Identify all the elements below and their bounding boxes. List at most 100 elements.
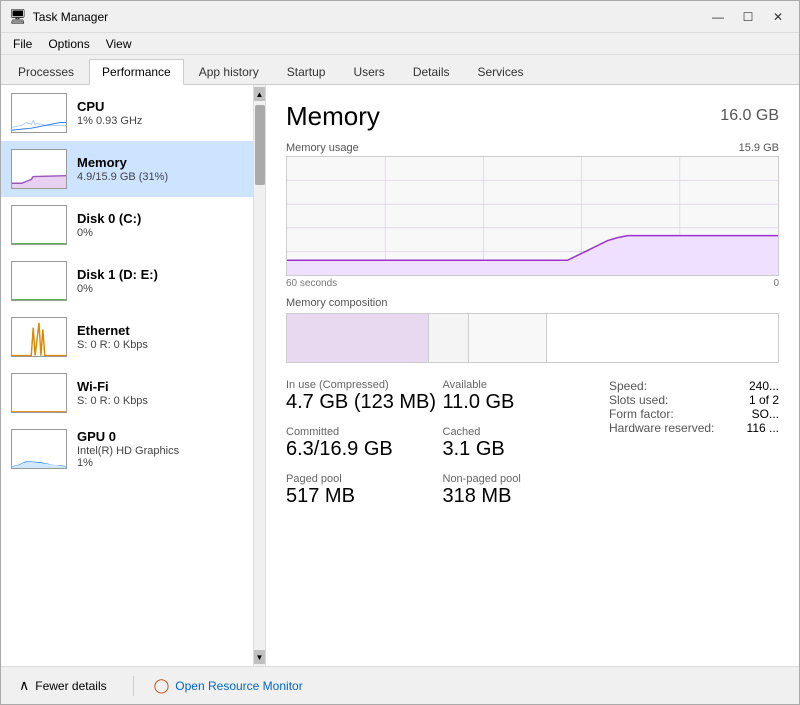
ethernet-thumbnail xyxy=(11,317,67,357)
chart-label-row: Memory usage 15.9 GB xyxy=(286,142,779,154)
sidebar-item-disk1[interactable]: Disk 1 (D: E:) 0% xyxy=(1,253,253,309)
stats-left: In use (Compressed) 4.7 GB (123 MB) Avai… xyxy=(286,379,599,508)
stat-row-hwreserved: Hardware reserved: 116 ... xyxy=(609,421,779,435)
tab-startup[interactable]: Startup xyxy=(274,59,339,84)
scroll-thumb[interactable] xyxy=(255,105,265,185)
minimize-button[interactable]: — xyxy=(705,7,731,27)
memory-composition-section: Memory composition xyxy=(286,297,779,363)
sidebar-list: CPU 1% 0.93 GHz xyxy=(1,85,253,666)
sidebar: CPU 1% 0.93 GHz xyxy=(1,85,266,666)
bottom-divider xyxy=(133,676,134,696)
gpu0-info: GPU 0 Intel(R) HD Graphics1% xyxy=(77,429,243,469)
disk0-info: Disk 0 (C:) 0% xyxy=(77,211,243,239)
memory-usage-chart xyxy=(286,156,779,276)
menu-view[interactable]: View xyxy=(98,35,140,52)
tab-users[interactable]: Users xyxy=(340,59,397,84)
stat-hwreserved-value: 116 ... xyxy=(747,421,779,435)
composition-free xyxy=(547,314,778,362)
detail-header: Memory 16.0 GB xyxy=(286,101,779,132)
tab-details[interactable]: Details xyxy=(400,59,463,84)
tab-bar: Processes Performance App history Startu… xyxy=(1,55,799,85)
stat-committed-value: 6.3/16.9 GB xyxy=(286,438,443,461)
stat-available-value: 11.0 GB xyxy=(443,391,600,414)
stat-nonpaged-label: Non-paged pool xyxy=(443,473,600,485)
cpu-sub: 1% 0.93 GHz xyxy=(77,115,243,127)
stat-form-label: Form factor: xyxy=(609,407,674,421)
app-icon: 🖥 xyxy=(9,8,27,25)
disk0-sub: 0% xyxy=(77,227,243,239)
stat-paged: Paged pool 517 MB xyxy=(286,473,443,508)
time-label-left: 60 seconds xyxy=(286,278,337,289)
fewer-details-label: Fewer details xyxy=(35,679,106,693)
resource-monitor-icon: ◯ xyxy=(154,677,170,694)
sidebar-scroll-wrapper: CPU 1% 0.93 GHz xyxy=(1,85,265,666)
sidebar-item-wifi[interactable]: Wi-Fi S: 0 R: 0 Kbps xyxy=(1,365,253,421)
stat-hwreserved-label: Hardware reserved: xyxy=(609,421,714,435)
stat-paged-value: 517 MB xyxy=(286,485,443,508)
sidebar-scrollbar[interactable]: ▲ ▼ xyxy=(253,85,265,666)
tab-performance[interactable]: Performance xyxy=(89,59,184,85)
detail-panel: Memory 16.0 GB Memory usage 15.9 GB xyxy=(266,85,799,666)
title-bar: 🖥 Task Manager — ☐ ✕ xyxy=(1,1,799,33)
chart-label-text: Memory usage xyxy=(286,142,359,154)
menu-bar: File Options View xyxy=(1,33,799,55)
stat-available: Available 11.0 GB xyxy=(443,379,600,414)
detail-title: Memory xyxy=(286,101,380,132)
sidebar-item-memory[interactable]: Memory 4.9/15.9 GB (31%) xyxy=(1,141,253,197)
scroll-up-button[interactable]: ▲ xyxy=(254,87,266,101)
sidebar-item-cpu[interactable]: CPU 1% 0.93 GHz xyxy=(1,85,253,141)
memory-info: Memory 4.9/15.9 GB (31%) xyxy=(77,155,243,183)
disk1-info: Disk 1 (D: E:) 0% xyxy=(77,267,243,295)
resource-monitor-button[interactable]: ◯ Open Resource Monitor xyxy=(154,677,303,694)
scroll-down-button[interactable]: ▼ xyxy=(254,650,266,664)
title-bar-left: 🖥 Task Manager xyxy=(9,8,108,25)
maximize-button[interactable]: ☐ xyxy=(735,7,761,27)
task-manager-window: 🖥 Task Manager — ☐ ✕ File Options View P… xyxy=(0,0,800,705)
stat-in-use: In use (Compressed) 4.7 GB (123 MB) xyxy=(286,379,443,414)
stat-slots-value: 1 of 2 xyxy=(749,393,779,407)
stat-speed-label: Speed: xyxy=(609,379,647,393)
stat-cached-value: 3.1 GB xyxy=(443,438,600,461)
wifi-sub: S: 0 R: 0 Kbps xyxy=(77,395,243,407)
sidebar-item-disk0[interactable]: Disk 0 (C:) 0% xyxy=(1,197,253,253)
ethernet-info: Ethernet S: 0 R: 0 Kbps xyxy=(77,323,243,351)
stat-committed-label: Committed xyxy=(286,426,443,438)
stat-committed: Committed 6.3/16.9 GB xyxy=(286,426,443,461)
stat-cached: Cached 3.1 GB xyxy=(443,426,600,461)
wifi-thumbnail xyxy=(11,373,67,413)
main-content: CPU 1% 0.93 GHz xyxy=(1,85,799,666)
tab-services[interactable]: Services xyxy=(465,59,537,84)
composition-in-use xyxy=(287,314,429,362)
stat-nonpaged: Non-paged pool 318 MB xyxy=(443,473,600,508)
bottom-bar: ∧ Fewer details ◯ Open Resource Monitor xyxy=(1,666,799,704)
sidebar-item-gpu0[interactable]: GPU 0 Intel(R) HD Graphics1% xyxy=(1,421,253,477)
stat-form-value: SO... xyxy=(752,407,779,421)
chevron-up-icon: ∧ xyxy=(19,677,29,694)
fewer-details-button[interactable]: ∧ Fewer details xyxy=(13,675,113,696)
menu-file[interactable]: File xyxy=(5,35,40,52)
cpu-thumbnail xyxy=(11,93,67,133)
tab-processes[interactable]: Processes xyxy=(5,59,87,84)
disk1-thumbnail xyxy=(11,261,67,301)
wifi-name: Wi-Fi xyxy=(77,379,243,394)
stat-cached-label: Cached xyxy=(443,426,600,438)
menu-options[interactable]: Options xyxy=(40,35,97,52)
stats-right-panel: Speed: 240... Slots used: 1 of 2 Form fa… xyxy=(599,379,779,508)
disk1-name: Disk 1 (D: E:) xyxy=(77,267,243,282)
stat-speed-value: 240... xyxy=(749,379,779,393)
cpu-name: CPU xyxy=(77,99,243,114)
memory-usage-section: Memory usage 15.9 GB xyxy=(286,142,779,289)
ethernet-name: Ethernet xyxy=(77,323,243,338)
composition-modified xyxy=(429,314,468,362)
stat-in-use-label: In use (Compressed) xyxy=(286,379,443,391)
stats-section: In use (Compressed) 4.7 GB (123 MB) Avai… xyxy=(286,379,779,508)
stats-row-2: Committed 6.3/16.9 GB Cached 3.1 GB xyxy=(286,426,599,461)
stat-in-use-value: 4.7 GB (123 MB) xyxy=(286,391,443,414)
stat-nonpaged-value: 318 MB xyxy=(443,485,600,508)
tab-app-history[interactable]: App history xyxy=(186,59,272,84)
stats-row-1: In use (Compressed) 4.7 GB (123 MB) Avai… xyxy=(286,379,599,414)
resource-monitor-label: Open Resource Monitor xyxy=(175,679,302,693)
window-title: Task Manager xyxy=(33,10,108,24)
sidebar-item-ethernet[interactable]: Ethernet S: 0 R: 0 Kbps xyxy=(1,309,253,365)
close-button[interactable]: ✕ xyxy=(765,7,791,27)
